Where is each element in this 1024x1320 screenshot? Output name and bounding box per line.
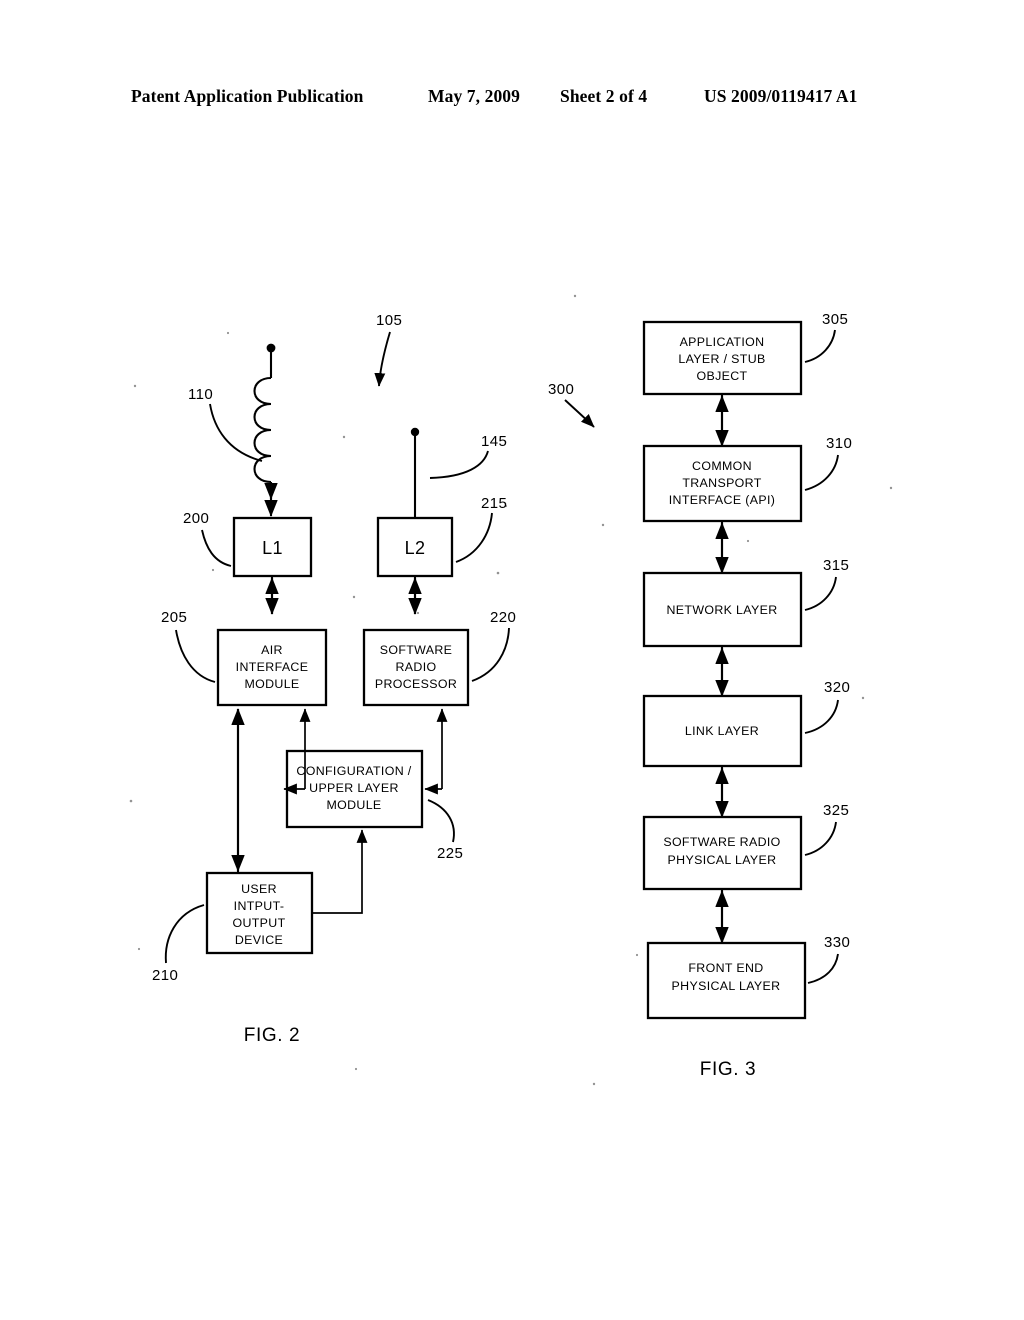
box-l1: L1 xyxy=(232,516,313,578)
coil-antenna-110 xyxy=(253,343,278,517)
box-software-radio-processor-line-1: SOFTWARE xyxy=(380,643,453,657)
leader-line-215 xyxy=(455,512,493,563)
leader-line-310 xyxy=(804,454,839,491)
box-325-line-2: PHYSICAL LAYER xyxy=(668,853,777,867)
box-air-interface-module: AIR INTERFACE MODULE xyxy=(216,628,328,707)
leader-line-145 xyxy=(429,450,489,479)
box-310-line-1: COMMON xyxy=(692,459,752,473)
leader-line-210 xyxy=(164,904,205,964)
box-320-line-1: LINK LAYER xyxy=(685,724,759,738)
leader-line-200 xyxy=(201,529,232,567)
box-305-line-2: LAYER / STUB xyxy=(678,352,765,366)
box-software-radio-processor-line-2: RADIO xyxy=(396,660,437,674)
patent-drawing-page: Patent Application Publication May 7, 20… xyxy=(0,0,1024,1320)
leader-line-300 xyxy=(564,399,595,428)
box-common-transport-interface: COMMON TRANSPORT INTERFACE (API) xyxy=(642,444,803,523)
figure-3-caption: FIG. 3 xyxy=(700,1059,756,1080)
leader-line-205 xyxy=(175,629,216,683)
box-link-layer: LINK LAYER xyxy=(642,694,803,768)
figures-canvas: 110 105 145 L1 200 L2 215 AIR INTERFACE … xyxy=(129,294,893,1086)
ref-225: 225 xyxy=(437,845,463,862)
box-software-radio-processor-line-3: PROCESSOR xyxy=(375,677,457,691)
ref-210: 210 xyxy=(152,967,178,984)
leader-line-330 xyxy=(807,953,839,984)
leader-line-305 xyxy=(804,329,836,363)
box-user-io-line-1: USER xyxy=(241,882,277,896)
box-air-interface-module-line-1: AIR xyxy=(261,643,283,657)
box-user-io-line-2: INTPUT- xyxy=(234,899,285,913)
ref-300: 300 xyxy=(548,381,574,398)
box-305-line-1: APPLICATION xyxy=(680,335,765,349)
ref-315: 315 xyxy=(823,557,849,574)
box-application-layer-stub-object: APPLICATION LAYER / STUB OBJECT xyxy=(642,320,803,396)
leader-line-105 xyxy=(374,331,391,387)
box-310-line-2: TRANSPORT xyxy=(682,476,761,490)
box-315-line-1: NETWORK LAYER xyxy=(666,603,777,617)
figure-3: 300 APPLICATION LAYER / STUB OBJECT 305 … xyxy=(548,311,852,1080)
ref-205: 205 xyxy=(161,609,187,626)
box-network-layer: NETWORK LAYER xyxy=(642,571,803,648)
box-air-interface-module-line-2: INTERFACE xyxy=(236,660,309,674)
box-user-io-line-4: DEVICE xyxy=(235,933,283,947)
box-air-interface-module-line-3: MODULE xyxy=(244,677,299,691)
figure-2: 110 105 145 L1 200 L2 215 AIR INTERFACE … xyxy=(152,312,516,1046)
leader-line-225 xyxy=(427,799,455,843)
box-330-line-2: PHYSICAL LAYER xyxy=(672,979,781,993)
box-l1-label: L1 xyxy=(262,538,283,558)
leader-line-315 xyxy=(804,576,837,611)
ref-310: 310 xyxy=(826,435,852,452)
leader-line-325 xyxy=(804,821,837,856)
leader-line-320 xyxy=(804,699,839,734)
whip-antenna-145 xyxy=(410,427,420,518)
ref-105: 105 xyxy=(376,312,402,329)
box-l2: L2 xyxy=(376,516,454,578)
box-configuration-line-2: UPPER LAYER xyxy=(309,781,399,795)
box-configuration-line-1: CONFIGURATION / xyxy=(296,764,411,778)
leader-line-220 xyxy=(471,627,510,682)
box-user-input-output-device: USER INTPUT- OUTPUT DEVICE xyxy=(205,871,314,955)
ref-325: 325 xyxy=(823,802,849,819)
box-software-radio-physical-layer: SOFTWARE RADIO PHYSICAL LAYER xyxy=(642,815,803,891)
figure-2-caption: FIG. 2 xyxy=(244,1025,300,1046)
ref-200: 200 xyxy=(183,510,209,527)
box-330-line-1: FRONT END xyxy=(688,961,763,975)
ref-220: 220 xyxy=(490,609,516,626)
box-user-io-line-3: OUTPUT xyxy=(232,916,285,930)
box-l2-label: L2 xyxy=(405,538,426,558)
ref-320: 320 xyxy=(824,679,850,696)
box-configuration-line-3: MODULE xyxy=(326,798,381,812)
box-front-end-physical-layer: FRONT END PHYSICAL LAYER xyxy=(646,941,807,1020)
box-software-radio-processor: SOFTWARE RADIO PROCESSOR xyxy=(362,628,470,707)
ref-305: 305 xyxy=(822,311,848,328)
box-305-line-3: OBJECT xyxy=(697,369,748,383)
ref-145: 145 xyxy=(481,433,507,450)
box-325-line-1: SOFTWARE RADIO xyxy=(663,835,780,849)
box-configuration-upper-layer-module: CONFIGURATION / UPPER LAYER MODULE xyxy=(285,749,424,829)
ref-215: 215 xyxy=(481,495,507,512)
leader-line-110 xyxy=(209,403,263,462)
ref-110: 110 xyxy=(188,386,213,403)
ref-330: 330 xyxy=(824,934,850,951)
box-310-line-3: INTERFACE (API) xyxy=(669,493,775,507)
